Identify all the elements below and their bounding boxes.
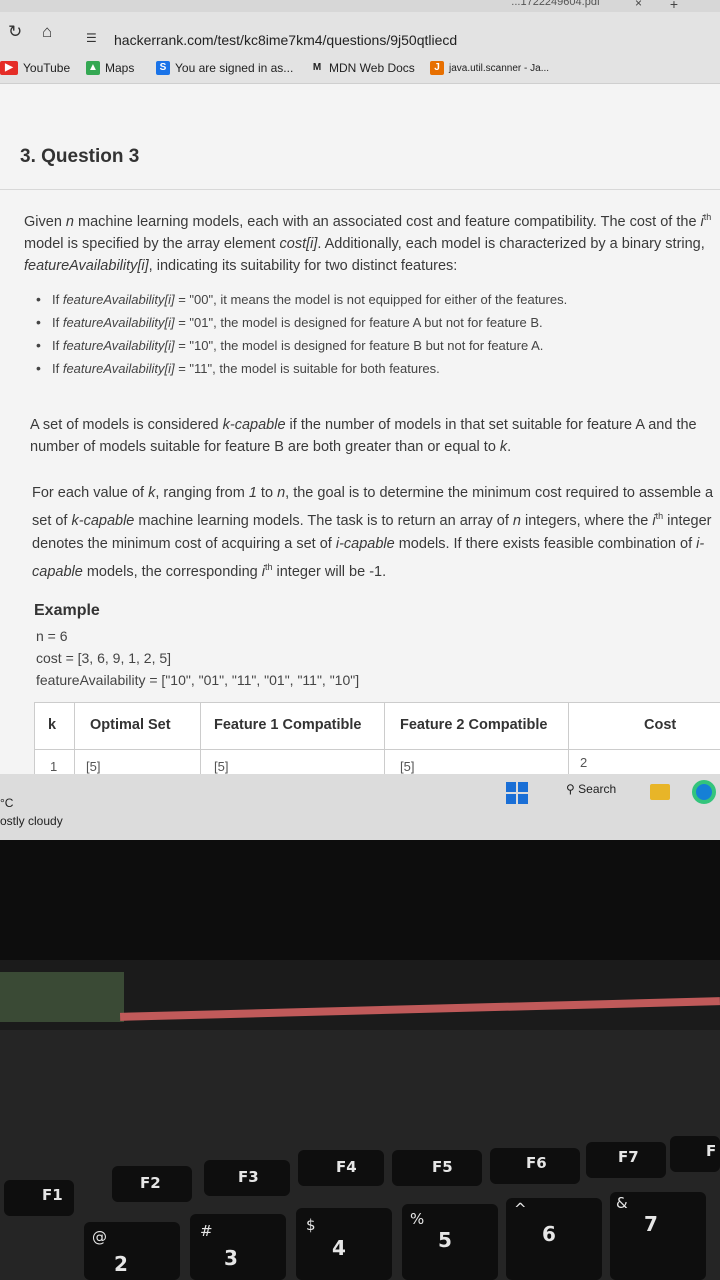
question-title: 3. Question 3 xyxy=(20,146,140,167)
list-item: If featureAvailability[i] = "10", the mo… xyxy=(36,334,716,357)
bookmark-label: MDN Web Docs xyxy=(329,61,415,75)
reload-icon[interactable]: ↻ xyxy=(8,22,22,42)
key-4[interactable]: $4 xyxy=(296,1208,392,1280)
weather-temp[interactable]: °C xyxy=(0,796,13,810)
list-item: If featureAvailability[i] = "00", it mea… xyxy=(36,288,716,311)
bookmark-label: java.util.scanner - Ja... xyxy=(449,62,550,74)
table-cell: [5] xyxy=(400,759,415,774)
search-label: Search xyxy=(578,782,617,796)
goal-paragraph: For each value of k, ranging from 1 to n… xyxy=(32,485,714,580)
java-icon: J xyxy=(430,61,444,75)
windows-taskbar: °C ostly cloudy ⚲ Search xyxy=(0,774,720,840)
example-title: Example xyxy=(34,602,100,619)
table-divider xyxy=(34,749,720,750)
key-5[interactable]: % 5 xyxy=(402,1204,498,1280)
example-n: n = 6 xyxy=(36,628,68,644)
new-tab-icon[interactable]: + xyxy=(670,0,678,12)
table-cell: [5] xyxy=(214,759,229,774)
url-text[interactable]: hackerrank.com/test/kc8ime7km4/questions… xyxy=(114,32,457,48)
key-f8[interactable]: F xyxy=(670,1136,720,1172)
table-header: Cost xyxy=(644,717,677,733)
example-feature-availability: featureAvailability = ["10", "01", "11",… xyxy=(36,672,360,688)
laptop-bezel xyxy=(0,840,720,960)
weather-desc[interactable]: ostly cloudy xyxy=(0,814,63,828)
bookmarks-bar: ▶ YouTube ▲ Maps S You are signed in as.… xyxy=(0,54,720,84)
key-f5[interactable]: F5 xyxy=(392,1150,482,1186)
tab-strip: ...1722249604.pdf × + xyxy=(0,0,720,12)
key-f4[interactable]: F4 xyxy=(298,1150,384,1186)
address-bar[interactable]: ☰ hackerrank.com/test/kc8ime7km4/questio… xyxy=(78,26,678,52)
mdn-icon: M xyxy=(312,62,322,73)
bookmark-maps[interactable]: ▲ Maps xyxy=(86,61,134,75)
search-icon: ⚲ xyxy=(566,782,575,796)
youtube-icon: ▶ xyxy=(0,61,18,75)
key-f2[interactable]: F2 xyxy=(112,1166,192,1202)
windows-start-icon[interactable] xyxy=(506,782,528,804)
maps-icon: ▲ xyxy=(86,61,100,75)
list-item: If featureAvailability[i] = "01", the mo… xyxy=(36,311,716,334)
key-f6[interactable]: F6 xyxy=(490,1148,580,1184)
bookmark-signed-in[interactable]: S You are signed in as... xyxy=(156,61,293,75)
bookmark-label: Maps xyxy=(105,61,135,75)
table-cell: 1 xyxy=(50,759,58,774)
bookmark-mdn[interactable]: M MDN Web Docs xyxy=(310,61,415,75)
table-header: Feature 2 Compatible xyxy=(400,717,548,733)
key-f3[interactable]: F3 xyxy=(204,1160,290,1196)
taskbar-search[interactable]: ⚲ Search xyxy=(566,782,616,796)
tab-title[interactable]: ...1722249604.pdf xyxy=(511,0,600,8)
list-item: If featureAvailability[i] = "11", the mo… xyxy=(36,357,716,380)
divider xyxy=(0,189,720,190)
example-cost: cost = [3, 6, 9, 1, 2, 5] xyxy=(36,650,172,666)
browser-toolbar: ↻ ⌂ ☰ hackerrank.com/test/kc8ime7km4/que… xyxy=(0,12,720,54)
edge-icon[interactable] xyxy=(692,780,716,804)
k-capable-paragraph: A set of models is considered k-capable … xyxy=(30,417,697,455)
bookmark-java-scanner[interactable]: J java.util.scanner - Ja... xyxy=(430,61,549,75)
bookmark-youtube[interactable]: ▶ YouTube xyxy=(0,61,70,75)
close-icon[interactable]: × xyxy=(635,0,642,10)
table-header: Optimal Set xyxy=(90,717,171,733)
key-f1[interactable]: F1 xyxy=(4,1180,74,1216)
key-f7[interactable]: F7 xyxy=(586,1142,666,1178)
key-7[interactable]: & 7 xyxy=(610,1192,706,1280)
file-explorer-icon[interactable] xyxy=(650,784,670,800)
key-6[interactable]: ^ 6 xyxy=(506,1198,602,1280)
site-info-icon[interactable]: ☰ xyxy=(86,31,97,45)
question-content: 3. Question 3 Given n machine learning m… xyxy=(0,84,720,789)
s-icon: S xyxy=(156,61,170,75)
intro-paragraph: Given n machine learning models, each wi… xyxy=(24,212,712,274)
key-2[interactable]: @2 xyxy=(84,1222,180,1280)
table-header: Feature 1 Compatible xyxy=(214,717,362,733)
laptop-screen: ...1722249604.pdf × + ↻ ⌂ ☰ hackerrank.c… xyxy=(0,0,720,840)
bookmark-label: YouTube xyxy=(23,61,71,75)
bookmark-label: You are signed in as... xyxy=(175,61,294,75)
home-icon[interactable]: ⌂ xyxy=(42,22,52,42)
laptop-hinge-panel xyxy=(0,972,124,1022)
availability-bullets: If featureAvailability[i] = "00", it mea… xyxy=(36,288,716,380)
table-cell: 2 xyxy=(580,755,588,770)
table-cell: [5] xyxy=(86,759,101,774)
table-header: k xyxy=(48,717,57,733)
key-3[interactable]: #3 xyxy=(190,1214,286,1280)
